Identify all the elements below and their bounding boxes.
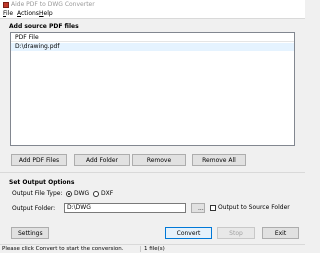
output-folder-label: Output Folder: [12,205,56,212]
output-folder-input[interactable]: D:\DWG [64,203,186,213]
list-column-header[interactable]: PDF File [11,33,294,42]
output-to-source-checkbox[interactable] [210,205,216,211]
radio-dxf[interactable] [93,191,99,197]
menu-bar: File Actions Help [0,10,305,18]
exit-button[interactable]: Exit [262,227,299,239]
app-logo-icon [3,2,9,8]
status-file-count: 1 file(s) [144,246,165,252]
browse-folder-button[interactable]: ... [191,203,205,213]
window-title: Aide PDF to DWG Converter [11,1,95,8]
output-to-source-label[interactable]: Output to Source Folder [218,204,290,212]
remove-button[interactable]: Remove [132,154,186,166]
settings-button[interactable]: Settings [11,227,49,239]
pdf-file-list[interactable]: PDF File D:\drawing.pdf [10,32,295,146]
radio-dwg[interactable] [66,191,72,197]
remove-all-button[interactable]: Remove All [192,154,246,166]
menu-file[interactable]: File [3,10,13,18]
menu-help[interactable]: Help [39,10,53,18]
source-section-title: Add source PDF files [9,23,79,30]
add-pdf-files-button[interactable]: Add PDF Files [11,154,67,166]
stop-button[interactable]: Stop [217,227,255,239]
output-file-type-label: Output File Type: [12,190,63,197]
column-header-pdf-file: PDF File [15,34,39,41]
output-section-title: Set Output Options [9,179,75,186]
list-item[interactable]: D:\drawing.pdf [11,43,294,51]
add-folder-button[interactable]: Add Folder [74,154,130,166]
radio-dwg-label[interactable]: DWG [74,190,89,198]
title-bar: Aide PDF to DWG Converter [0,0,305,10]
status-message: Please click Convert to start the conver… [2,246,124,252]
radio-dxf-label[interactable]: DXF [101,190,113,198]
menu-actions[interactable]: Actions [17,10,39,18]
status-bar: Please click Convert to start the conver… [0,244,305,253]
section-divider [0,172,305,173]
menu-separator [0,18,305,19]
status-divider [140,246,141,252]
convert-button[interactable]: Convert [165,227,212,239]
list-item-filename: D:\drawing.pdf [15,43,60,50]
